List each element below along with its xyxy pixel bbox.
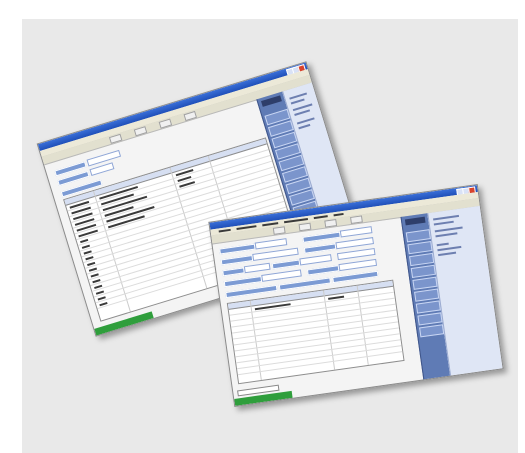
form-label <box>222 267 245 277</box>
menu-item[interactable] <box>333 212 344 216</box>
form-field[interactable] <box>336 247 376 261</box>
info-text <box>436 242 449 247</box>
sidebar-button[interactable] <box>417 312 443 326</box>
menu-item[interactable] <box>313 215 328 219</box>
form-label <box>223 275 263 288</box>
menu-item[interactable] <box>262 222 279 226</box>
info-text <box>434 226 463 233</box>
toolbar-button[interactable] <box>272 226 286 235</box>
toolbar-button[interactable] <box>133 126 148 137</box>
form-field[interactable] <box>261 269 302 282</box>
sidebar-button[interactable] <box>419 324 445 338</box>
form-label <box>303 243 337 254</box>
form-label <box>271 259 301 270</box>
form-field[interactable] <box>335 237 375 250</box>
sidebar-button[interactable] <box>415 300 441 314</box>
form-field[interactable] <box>299 254 332 266</box>
front-data-grid <box>226 279 405 385</box>
form-label <box>306 265 340 276</box>
sidebar-button[interactable] <box>409 252 435 267</box>
info-text <box>433 220 454 226</box>
form-label <box>332 270 379 284</box>
info-text <box>435 232 458 238</box>
toolbar-button[interactable] <box>350 215 363 224</box>
cell-text <box>99 301 108 306</box>
info-text <box>433 214 460 221</box>
toolbar-button[interactable] <box>324 219 338 228</box>
toolbar-button[interactable] <box>108 133 123 144</box>
sidebar-button[interactable] <box>407 241 433 255</box>
sidebar-button[interactable] <box>412 276 438 290</box>
info-text <box>294 109 311 116</box>
form-label <box>220 255 254 266</box>
info-text <box>298 123 311 130</box>
menu-item[interactable] <box>218 228 231 232</box>
cell-text <box>328 295 345 300</box>
info-text <box>438 251 457 257</box>
sidebar-button[interactable] <box>405 229 431 243</box>
form-field[interactable] <box>338 258 378 272</box>
sidebar-button[interactable] <box>410 264 436 279</box>
sidebar-button[interactable] <box>414 288 440 302</box>
toolbar-button[interactable] <box>183 110 198 122</box>
form-field[interactable] <box>254 238 288 250</box>
form-label <box>219 243 256 255</box>
form-label <box>302 231 341 243</box>
form-field[interactable] <box>339 226 373 238</box>
front-window-screenshot <box>208 183 504 408</box>
form-field[interactable] <box>243 262 271 274</box>
toolbar-button[interactable] <box>298 222 312 232</box>
logo-icon <box>404 216 426 226</box>
info-text <box>437 245 462 252</box>
logo-icon <box>261 95 282 107</box>
toolbar-button[interactable] <box>158 118 173 129</box>
info-text <box>290 98 305 105</box>
info-text <box>296 117 315 125</box>
form-field[interactable] <box>252 247 299 261</box>
